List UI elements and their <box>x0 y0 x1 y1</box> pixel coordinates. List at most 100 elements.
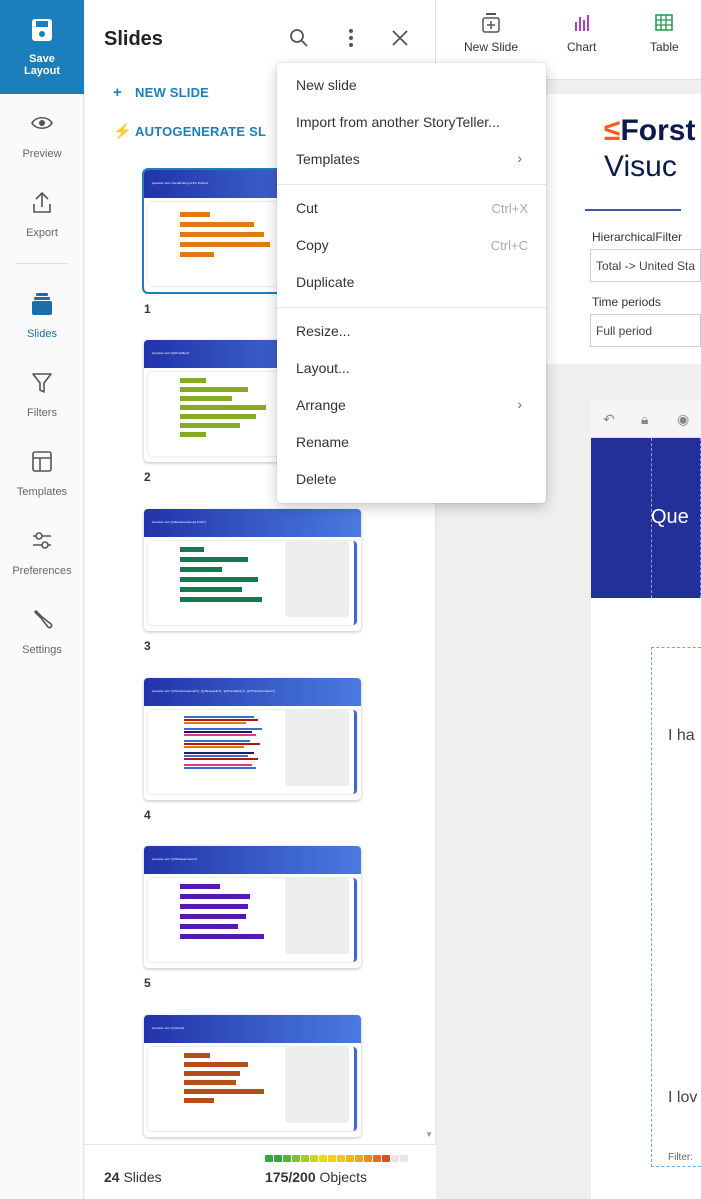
save-layout-button[interactable]: Save Layout <box>0 0 84 94</box>
objects-quota-bar <box>265 1155 425 1162</box>
rail-item-templates[interactable]: Templates <box>0 450 84 520</box>
slide-heading: Que <box>651 506 689 528</box>
menu-item-delete[interactable]: Delete <box>277 460 546 497</box>
new-slide-button[interactable]: New Slide <box>464 12 518 54</box>
rail-label: Export <box>26 227 58 239</box>
slide-thumbnail[interactable]: Question text: [Q7Unaccustomed?] , [Q7En… <box>144 678 361 800</box>
rail-item-filters[interactable]: Filters <box>0 371 84 441</box>
objects-count: 175/200 Objects <box>265 1169 367 1185</box>
menu-item-resize[interactable]: Resize... <box>277 312 546 349</box>
more-vertical-icon[interactable] <box>341 28 361 48</box>
thumbnail-number: 5 <box>144 976 151 990</box>
lock-icon[interactable]: 🔒︎ <box>641 411 648 428</box>
thumbnail-number: 4 <box>144 808 151 822</box>
menu-item-arrange[interactable]: Arrange › <box>277 386 546 423</box>
menu-item-layout[interactable]: Layout... <box>277 349 546 386</box>
wrench-icon <box>34 610 53 629</box>
rail-label: Preview <box>22 148 62 160</box>
brand-logo-line2: Visuc <box>604 150 677 183</box>
time-periods-select[interactable]: Full period <box>590 314 701 347</box>
rail-item-preferences[interactable]: Preferences <box>0 529 84 599</box>
menu-item-rename[interactable]: Rename <box>277 423 546 460</box>
menu-item-cut[interactable]: Cut Ctrl+X <box>277 189 546 226</box>
slides-count-value: 24 <box>104 1169 120 1185</box>
autogenerate-label: AUTOGENERATE SL <box>135 124 267 139</box>
rail-item-preview[interactable]: Preview <box>0 112 84 182</box>
hierarchical-filter-label: HierarchicalFilter <box>592 230 683 244</box>
chart-label: Chart <box>567 40 597 54</box>
rail-label: Filters <box>27 407 57 419</box>
eye-icon <box>31 116 53 130</box>
panel-footer: 24 Slides 175/200 Objects <box>85 1144 436 1199</box>
slide-thumbnail[interactable]: Question text: [Q7Pleasantness?] <box>144 846 361 968</box>
slide-thumbnail[interactable]: Question text: [Q7Hue?] <box>144 1015 361 1137</box>
menu-item-duplicate[interactable]: Duplicate <box>277 263 546 300</box>
rail-label: Templates <box>16 486 68 498</box>
rail-label: Settings <box>22 644 62 656</box>
rail-label: Slides <box>27 328 57 340</box>
slides-count-label: Slides <box>123 1169 162 1185</box>
thumbnail-number: 1 <box>144 302 151 316</box>
rail-item-settings[interactable]: Settings <box>0 608 84 678</box>
thumbnail-title: Question text: [Q7Pleasantness?] <box>152 857 197 861</box>
menu-item-copy[interactable]: Copy Ctrl+C <box>277 226 546 263</box>
context-menu: New slide Import from another StoryTelle… <box>277 63 546 503</box>
eye-icon[interactable]: ◉ <box>677 411 689 428</box>
magic-wand-icon: ⚡ <box>113 123 132 140</box>
brand-logo-line1: ≤Forst <box>604 114 696 147</box>
table-button[interactable]: Table <box>650 12 679 54</box>
thumbnail-title: Question text: Overall liking of the Pro… <box>152 181 209 185</box>
thumbnail-title: Question text: [Q3Unaccustomed Fruit?] <box>152 520 206 524</box>
search-icon[interactable] <box>289 28 309 48</box>
table-label: Table <box>650 40 679 54</box>
thumbnail-title: Question text: [Q2Fruitlike?] <box>152 351 190 355</box>
rail-divider <box>16 263 68 264</box>
thumbnail-number: 2 <box>144 470 151 484</box>
slides-icon <box>32 293 52 315</box>
menu-separator <box>277 307 546 308</box>
sliders-icon <box>33 532 51 549</box>
autogenerate-link[interactable]: ⚡ AUTOGENERATE SL <box>113 122 266 140</box>
filter-icon <box>32 373 52 393</box>
panel-title: Slides <box>104 28 163 50</box>
brand-underline <box>585 209 681 211</box>
menu-item-new-slide[interactable]: New slide <box>277 66 546 103</box>
chart-button[interactable]: Chart <box>567 12 596 54</box>
slide-thumbnail[interactable]: Question text: [Q3Unaccustomed Fruit?] <box>144 509 361 631</box>
chevron-right-icon: › <box>517 150 522 166</box>
hierarchical-filter-select[interactable]: Total -> United Sta <box>590 249 701 282</box>
save-layout-label: Save Layout <box>23 53 61 77</box>
time-periods-label: Time periods <box>592 295 661 309</box>
menu-item-templates[interactable]: Templates › <box>277 140 546 177</box>
thumbnail-number: 3 <box>144 639 151 653</box>
left-rail: Save Layout Preview Export Slides Filters… <box>0 0 84 1199</box>
rail-label: Preferences <box>12 565 72 577</box>
plus-icon: + <box>113 84 122 101</box>
export-icon <box>33 191 51 213</box>
chart-icon <box>574 15 589 31</box>
table-icon <box>655 14 674 31</box>
objects-count-label: Objects <box>319 1169 367 1185</box>
slide-header: Que <box>591 438 701 598</box>
rail-item-export[interactable]: Export <box>0 191 84 261</box>
slides-count: 24 Slides <box>104 1169 162 1185</box>
new-slide-link[interactable]: + NEW SLIDE <box>113 84 209 101</box>
thumbnail-title: Question text: [Q7Hue?] <box>152 1026 185 1030</box>
chevron-right-icon: › <box>517 396 522 412</box>
objects-count-value: 175/200 <box>265 1169 316 1185</box>
thumbnail-title: Question text: [Q7Unaccustomed?] , [Q7En… <box>152 689 275 693</box>
answer-text-b: I lov <box>668 1089 698 1106</box>
scroll-down-icon[interactable]: ▼ <box>425 1130 433 1139</box>
menu-item-import[interactable]: Import from another StoryTeller... <box>277 103 546 140</box>
new-slide-label: NEW SLIDE <box>135 85 210 100</box>
close-icon[interactable] <box>390 28 410 48</box>
answer-text-a: I ha <box>668 727 695 744</box>
slide-frame: ↶ 🔒︎ ◉ Que I ha I lov Filter: <box>591 400 701 1199</box>
filter-note: Filter: <box>668 1152 693 1163</box>
undo-icon[interactable]: ↶ <box>603 411 615 428</box>
menu-separator <box>277 184 546 185</box>
rail-item-slides[interactable]: Slides <box>0 292 84 362</box>
slide-frame-toolbar: ↶ 🔒︎ ◉ <box>591 400 701 438</box>
new-slide-label: New Slide <box>464 40 519 54</box>
templates-icon <box>32 451 52 472</box>
